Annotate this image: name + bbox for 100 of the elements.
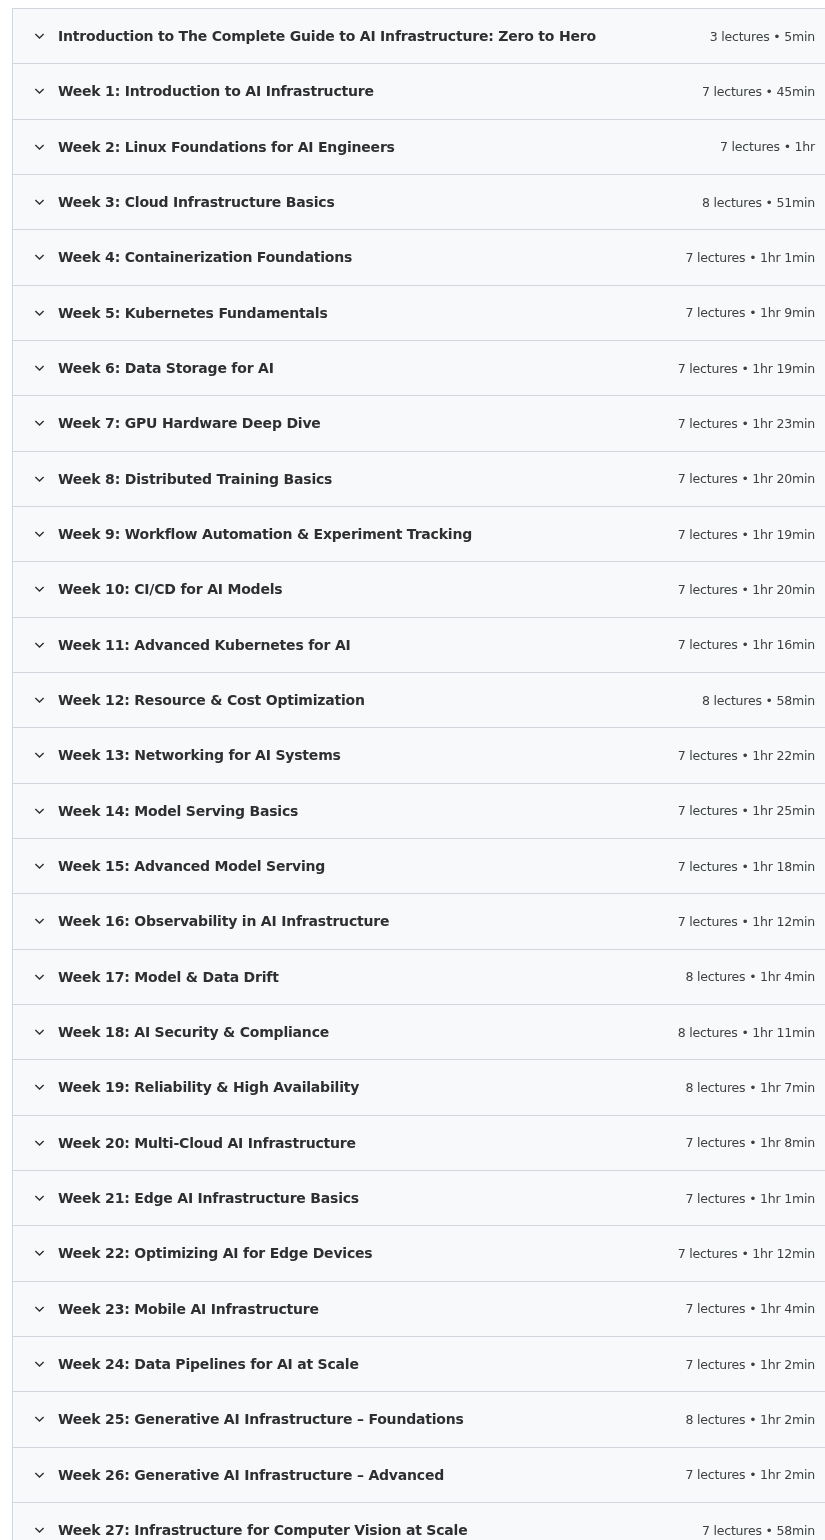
chevron-icon [34,253,45,262]
section-header[interactable]: Week 14: Model Serving Basics 7 lectures • 1hr 25min [13,783,825,839]
section-meta: 7 lectures • 1hr 9min [685,305,815,321]
section-title: Week 27: Infrastructure for Computer Vision at Scale [58,1522,469,1538]
section-title: Week 5: Kubernetes Fundamentals [58,304,329,321]
chevron-icon [34,419,45,428]
section-header[interactable]: Week 20: Multi-Cloud AI Infrastructure 7 lectures • 1hr 8min [13,1115,825,1171]
chevron-icon [34,640,45,649]
chevron-icon [34,364,45,373]
section-title: Week 8: Distributed Training Basics [58,470,334,487]
section-header[interactable]: Introduction to The Complete Guide to AI Infrastructure: Zero to Hero 3 lectures • 5min [13,9,825,65]
section-header[interactable]: Week 13: Networking for AI Systems 7 lectures • 1hr 22min [13,728,825,784]
section-meta: 7 lectures • 1hr 1min [685,1190,815,1206]
section-meta: 7 lectures • 1hr 2min [685,1467,815,1483]
section-meta: 7 lectures • 1hr 2min [685,1356,815,1372]
section-meta: 7 lectures • 1hr 23min [677,415,815,431]
chevron-icon [34,862,45,871]
section-meta: 7 lectures • 1hr 19min [677,526,815,542]
section-title: Week 24: Data Pipelines for AI at Scale [58,1356,360,1373]
section-header[interactable]: Week 10: CI/CD for AI Models 7 lectures • 1hr 20min [13,562,825,618]
section-meta: 7 lectures • 45min [701,84,815,99]
section-meta: 8 lectures • 1hr 2min [685,1411,815,1427]
chevron-icon [34,530,45,539]
chevron-icon [34,87,45,96]
section-meta: 7 lectures • 1hr 19min [677,360,815,376]
chevron-icon [34,806,45,815]
section-header[interactable]: Week 17: Model & Data Drift 8 lectures • 1hr 4min [13,949,825,1005]
section-header[interactable]: Week 24: Data Pipelines for AI at Scale 7 lectures • 1hr 2min [13,1336,825,1393]
chevron-icon [34,972,45,981]
section-meta: 7 lectures • 1hr 12min [677,1245,815,1261]
chevron-icon [34,917,45,926]
section-meta: 7 lectures • 1hr 4min [685,1301,815,1317]
section-title: Week 14: Model Serving Basics [58,802,300,819]
section-title: Week 13: Networking for AI Systems [58,747,342,764]
section-header[interactable]: Week 25: Generative AI Infrastructure – Foundations 8 lectures • 1hr 2min [13,1392,825,1448]
section-meta: 7 lectures • 58min [701,1522,815,1538]
section-header[interactable]: Week 21: Edge AI Infrastructure Basics 7 lectures • 1hr 1min [13,1170,825,1227]
section-title: Week 26: Generative AI Infrastructure – Advanced [58,1466,445,1483]
chevron-icon [34,1360,45,1369]
section-meta: 8 lectures • 1hr 11min [677,1024,815,1040]
section-meta: 7 lectures • 1hr 22min [677,747,815,763]
section-meta: 7 lectures • 1hr 20min [677,581,815,597]
section-meta: 7 lectures • 1hr 12min [677,913,815,929]
section-meta: 7 lectures • 1hr [720,139,815,155]
section-title: Week 1: Introduction to AI Infrastructure [58,83,375,100]
section-header[interactable]: Week 8: Distributed Training Basics 7 lectures • 1hr 20min [13,451,825,507]
section-header[interactable]: Week 26: Generative AI Infrastructure – Advanced 7 lectures • 1hr 2min [13,1447,825,1503]
section-meta: 8 lectures • 51min [701,194,815,210]
section-title: Week 23: Mobile AI Infrastructure [58,1300,320,1317]
section-title: Week 21: Edge AI Infrastructure Basics [58,1190,360,1207]
section-meta: 8 lectures • 1hr 4min [685,969,815,985]
section-header[interactable]: Week 11: Advanced Kubernetes for AI 7 lectures • 1hr 16min [13,617,825,673]
section-header[interactable]: Week 2: Linux Foundations for AI Engineers 7 lectures • 1hr [13,119,825,175]
chevron-icon [34,1304,45,1313]
section-header[interactable]: Week 23: Mobile AI Infrastructure 7 lectures • 1hr 4min [13,1281,825,1337]
section-title: Week 18: AI Security & Compliance [58,1024,331,1041]
section-title: Week 9: Workflow Automation & Experiment Tracking [58,526,473,543]
section-header[interactable]: Week 16: Observability in AI Infrastructure 7 lectures • 1hr 12min [13,894,825,950]
chevron-icon [34,1194,45,1203]
section-meta: 3 lectures • 5min [709,28,815,44]
section-header[interactable]: Week 15: Advanced Model Serving 7 lectures • 1hr 18min [13,838,825,895]
chevron-icon [34,1083,45,1092]
section-header[interactable]: Week 5: Kubernetes Fundamentals 7 lectures • 1hr 9min [13,285,825,341]
section-header[interactable]: Week 27: Infrastructure for Computer Vision at Scale 7 lectures • 58min [13,1502,825,1540]
section-title: Week 12: Resource & Cost Optimization [58,692,366,709]
chevron-icon [34,1138,45,1147]
section-title: Week 19: Reliability & High Availability [58,1079,361,1096]
section-title: Week 7: GPU Hardware Deep Dive [58,415,322,432]
section-meta: 7 lectures • 1hr 16min [677,637,815,653]
section-meta: 7 lectures • 1hr 18min [677,858,815,874]
chevron-icon [34,32,45,41]
section-header[interactable]: Week 6: Data Storage for AI 7 lectures • 1hr 19min [13,340,825,397]
chevron-icon [34,308,45,317]
section-meta: 7 lectures • 1hr 20min [677,471,815,487]
chevron-icon [34,1028,45,1037]
section-title: Week 6: Data Storage for AI [58,360,275,377]
section-title: Week 10: CI/CD for AI Models [58,581,284,598]
section-title: Week 17: Model & Data Drift [58,968,280,985]
chevron-icon [34,1526,45,1534]
section-header[interactable]: Week 18: AI Security & Compliance 8 lectures • 1hr 11min [13,1004,825,1061]
section-title: Week 16: Observability in AI Infrastructure [58,913,391,930]
section-title: Week 25: Generative AI Infrastructure – Foundations [58,1411,465,1428]
section-header[interactable]: Week 19: Reliability & High Availability 8 lectures • 1hr 7min [13,1060,825,1116]
section-title: Week 11: Advanced Kubernetes for AI [58,636,352,653]
section-title: Week 15: Advanced Model Serving [58,858,327,875]
section-title: Week 20: Multi-Cloud AI Infrastructure [58,1134,357,1151]
section-header[interactable]: Week 12: Resource & Cost Optimization 8 lectures • 58min [13,672,825,729]
section-header[interactable]: Week 4: Containerization Foundations 7 lectures • 1hr 1min [13,230,825,286]
section-meta: 8 lectures • 1hr 7min [685,1079,815,1095]
section-meta: 7 lectures • 1hr 1min [685,249,815,265]
section-header[interactable]: Week 3: Cloud Infrastructure Basics 8 lectures • 51min [13,175,825,231]
section-header[interactable]: Week 9: Workflow Automation & Experiment Tracking 7 lectures • 1hr 19min [13,506,825,563]
chevron-icon [34,1415,45,1424]
section-header[interactable]: Week 22: Optimizing AI for Edge Devices 7 lectures • 1hr 12min [13,1226,825,1282]
section-header[interactable]: Week 1: Introduction to AI Infrastructure 7 lectures • 45min [13,64,825,120]
chevron-icon [34,142,45,151]
section-title: Week 2: Linux Foundations for AI Engineers [58,138,396,155]
section-header[interactable]: Week 7: GPU Hardware Deep Dive 7 lectures • 1hr 23min [13,396,825,452]
chevron-icon [34,585,45,594]
chevron-icon [34,1470,45,1479]
